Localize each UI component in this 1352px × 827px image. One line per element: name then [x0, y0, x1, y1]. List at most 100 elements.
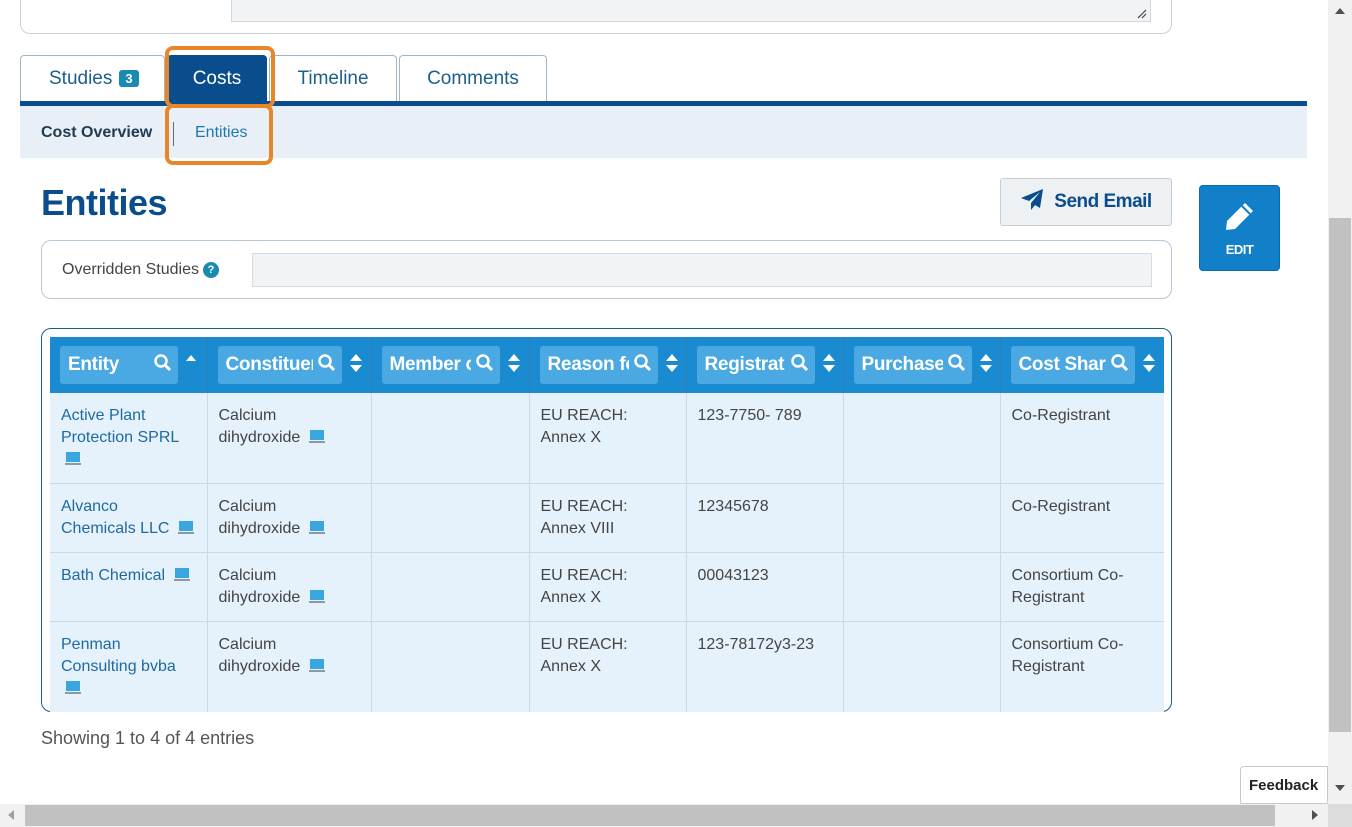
cell-purchase — [843, 621, 1001, 712]
cell-reason: EU REACH: Annex X — [529, 621, 687, 712]
search-icon[interactable] — [947, 353, 966, 378]
entities-table: Entity Constituen Member o Reason fo Reg… — [50, 337, 1164, 712]
overridden-studies-text: Overridden Studies — [62, 261, 199, 278]
entity-link[interactable]: Penman Consulting bvba — [61, 636, 176, 675]
entity-link[interactable]: Alvanco Chemicals LLC — [61, 498, 169, 537]
computer-icon — [308, 520, 325, 542]
column-header-reason[interactable]: Reason fo — [529, 337, 687, 393]
main-tabs: Studies 3 Costs Timeline Comments — [20, 55, 549, 103]
cell-member — [371, 621, 530, 712]
search-icon[interactable] — [1110, 353, 1129, 378]
tab-timeline[interactable]: Timeline — [269, 55, 397, 101]
cell-cost-sharing: Consortium Co-Registrant — [1000, 621, 1164, 712]
overridden-studies-field[interactable] — [252, 253, 1152, 287]
column-title: Registrat — [704, 354, 785, 375]
cell-cost-sharing: Consortium Co-Registrant — [1000, 552, 1164, 622]
column-title: Entity — [68, 354, 119, 375]
entity-link[interactable]: Bath Chemical — [61, 567, 165, 584]
send-email-label: Send Email — [1054, 191, 1152, 212]
sort-icon[interactable] — [822, 353, 835, 378]
table-header-row: Entity Constituen Member o Reason fo Reg… — [50, 337, 1164, 393]
cell-entity: Bath Chemical — [50, 552, 208, 622]
constituent-text: Calcium dihydroxide — [218, 407, 301, 446]
page-title: Entities — [41, 182, 168, 223]
cell-purchase — [843, 552, 1001, 622]
tab-label: Timeline — [297, 67, 369, 89]
cell-member — [371, 552, 530, 622]
cell-constituent: Calcium dihydroxide — [207, 483, 372, 553]
description-textarea[interactable] — [231, 0, 1151, 22]
search-icon[interactable] — [317, 353, 336, 378]
sort-asc-icon[interactable] — [186, 354, 196, 377]
highlight-costs-tab — [165, 46, 275, 108]
table-row: Penman Consulting bvba Calcium dihydroxi… — [50, 621, 1164, 712]
sort-icon[interactable] — [665, 353, 678, 378]
column-header-constituent[interactable]: Constituen — [207, 337, 372, 393]
tab-comments[interactable]: Comments — [399, 55, 547, 101]
table-info: Showing 1 to 4 of 4 entries — [41, 728, 255, 748]
sort-icon[interactable] — [507, 353, 520, 378]
column-header-entity[interactable]: Entity — [50, 337, 208, 393]
computer-icon — [177, 520, 194, 542]
scroll-up-icon[interactable] — [1334, 6, 1346, 16]
constituent-text: Calcium dihydroxide — [218, 567, 301, 606]
cell-registration: 123-7750- 789 — [686, 393, 844, 484]
cell-constituent: Calcium dihydroxide — [207, 552, 372, 622]
cell-registration: 00043123 — [686, 552, 844, 622]
cell-member — [371, 393, 530, 484]
horizontal-scrollbar-thumb[interactable] — [25, 805, 1275, 826]
cell-reason: EU REACH: Annex X — [529, 393, 687, 484]
column-header-purchase[interactable]: Purchase — [843, 337, 1001, 393]
resize-grip-icon[interactable] — [1135, 7, 1147, 19]
search-icon[interactable] — [475, 353, 494, 378]
help-icon[interactable]: ? — [202, 262, 219, 278]
cell-entity: Active Plant Protection SPRL — [50, 393, 208, 484]
tab-label: Studies — [49, 67, 113, 89]
constituent-text: Calcium dihydroxide — [218, 636, 301, 675]
search-icon[interactable] — [790, 353, 809, 378]
highlight-entities-subnav — [165, 104, 273, 165]
table-row: Bath Chemical Calcium dihydroxide EU REA… — [50, 552, 1164, 622]
scroll-right-icon[interactable] — [1310, 809, 1320, 821]
column-header-member[interactable]: Member o — [371, 337, 530, 393]
tab-studies[interactable]: Studies 3 — [20, 55, 165, 101]
column-header-registration[interactable]: Registrat — [686, 337, 844, 393]
computer-icon — [308, 429, 325, 451]
tab-label: Comments — [427, 67, 519, 89]
computer-icon — [308, 658, 325, 680]
search-icon[interactable] — [153, 353, 172, 378]
cell-reason: EU REACH: Annex VIII — [529, 483, 687, 553]
column-title: Cost Shari — [1018, 354, 1106, 375]
cell-cost-sharing: Co-Registrant — [1000, 393, 1164, 484]
table-row: Active Plant Protection SPRL Calcium dih… — [50, 393, 1164, 484]
scrollbar-corner — [1328, 804, 1352, 827]
page: Studies 3 Costs Timeline Comments Cost O… — [0, 0, 1328, 804]
paper-plane-icon — [1020, 188, 1044, 217]
computer-icon — [65, 451, 81, 473]
search-icon[interactable] — [633, 353, 652, 378]
edit-label: EDIT — [1225, 242, 1254, 257]
table-row: Alvanco Chemicals LLC Calcium dihydroxid… — [50, 483, 1164, 553]
entities-table-container: Entity Constituen Member o Reason fo Reg… — [41, 328, 1172, 712]
sort-icon[interactable] — [979, 353, 992, 378]
entity-link[interactable]: Active Plant Protection SPRL — [61, 407, 179, 446]
scroll-left-icon[interactable] — [6, 809, 16, 821]
vertical-scrollbar-thumb[interactable] — [1329, 218, 1351, 732]
edit-button[interactable]: EDIT — [1199, 185, 1280, 271]
sort-icon[interactable] — [1142, 353, 1155, 378]
sort-icon[interactable] — [349, 353, 362, 378]
cell-registration: 12345678 — [686, 483, 844, 553]
send-email-button[interactable]: Send Email — [1000, 178, 1172, 226]
cell-purchase — [843, 393, 1001, 484]
column-header-cost-sharing[interactable]: Cost Shari — [1000, 337, 1164, 393]
cell-constituent: Calcium dihydroxide — [207, 621, 372, 712]
subnav-cost-overview[interactable]: Cost Overview — [41, 124, 152, 142]
column-title: Constituen — [225, 354, 313, 375]
column-title: Reason fo — [547, 354, 629, 375]
constituent-text: Calcium dihydroxide — [218, 498, 301, 537]
pencil-icon — [1223, 199, 1257, 238]
computer-icon — [308, 589, 325, 611]
cell-entity: Penman Consulting bvba — [50, 621, 208, 712]
scroll-down-icon[interactable] — [1334, 783, 1346, 793]
feedback-button[interactable]: Feedback — [1240, 766, 1328, 804]
